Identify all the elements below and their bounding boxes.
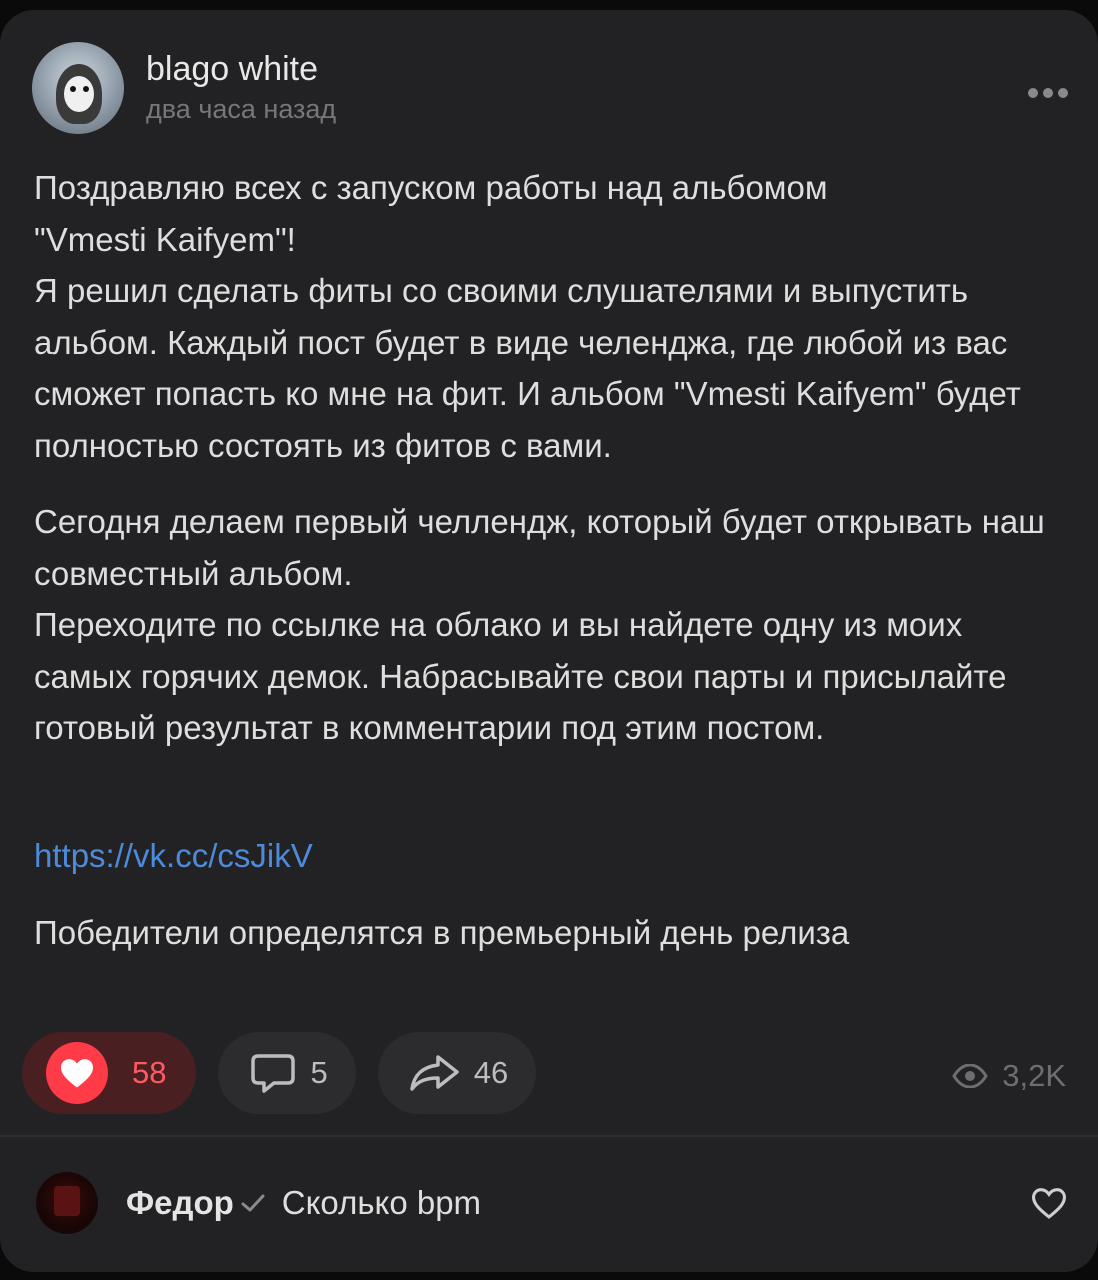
divider <box>0 1135 1098 1137</box>
comment-count: 5 <box>310 1055 328 1090</box>
more-dot <box>1028 88 1038 98</box>
verified-check <box>240 1192 266 1214</box>
views-count: 3,2K <box>1002 1058 1066 1093</box>
post-card: blago white два часа назад Поздравляю вс… <box>0 10 1098 1272</box>
author-block: blago white два часа назад <box>146 49 336 127</box>
heart-outline-icon <box>1031 1188 1067 1219</box>
share-arrow-icon <box>409 1055 459 1091</box>
share-count: 46 <box>473 1055 509 1090</box>
post-link[interactable]: https://vk.cc/csJikV <box>34 837 313 874</box>
like-button[interactable]: 58 <box>22 1032 197 1114</box>
more-options-icon[interactable] <box>1028 88 1068 98</box>
comment-like-button[interactable] <box>1030 1186 1068 1220</box>
heart-icon <box>61 1059 93 1088</box>
avatar-penguin-eye <box>70 86 76 92</box>
author-name[interactable]: blago white <box>146 49 336 89</box>
post-timestamp: два часа назад <box>146 94 337 124</box>
comment-text: Сколько bpm <box>281 1184 482 1221</box>
commenter-name[interactable]: Федор <box>126 1184 234 1222</box>
checkmark-icon <box>241 1194 265 1212</box>
like-badge <box>46 1042 108 1104</box>
post-paragraph: Сегодня делаем первый челлендж, который … <box>34 503 1045 746</box>
views-counter: 3,2K <box>952 1058 1066 1094</box>
eye-icon <box>952 1064 988 1088</box>
avatar-penguin-eye <box>83 86 89 92</box>
comment-preview[interactable]: Федор Сколько bpm <box>36 1172 1068 1234</box>
post-paragraph: Победители определятся в премьерный день… <box>34 913 850 951</box>
commenter-avatar-face <box>54 1186 80 1216</box>
commenter-avatar[interactable] <box>36 1172 98 1234</box>
more-dot <box>1043 88 1053 98</box>
share-button[interactable]: 46 <box>377 1032 537 1114</box>
like-count: 58 <box>132 1055 167 1090</box>
post-actions: 58 5 46 <box>22 1032 537 1114</box>
post-text: Поздравляю всех с запуском работы над ал… <box>34 162 1064 958</box>
post-paragraph: Поздравляю всех с запуском работы над ал… <box>34 169 1021 464</box>
comment-button[interactable]: 5 <box>218 1032 356 1114</box>
post-header: blago white два часа назад <box>32 42 336 134</box>
avatar-penguin-face <box>64 76 94 112</box>
post-link-paragraph: https://vk.cc/csJikV <box>34 779 1064 882</box>
author-avatar[interactable] <box>32 42 124 134</box>
comment-bubble-icon <box>251 1054 296 1093</box>
more-dot <box>1058 88 1068 98</box>
